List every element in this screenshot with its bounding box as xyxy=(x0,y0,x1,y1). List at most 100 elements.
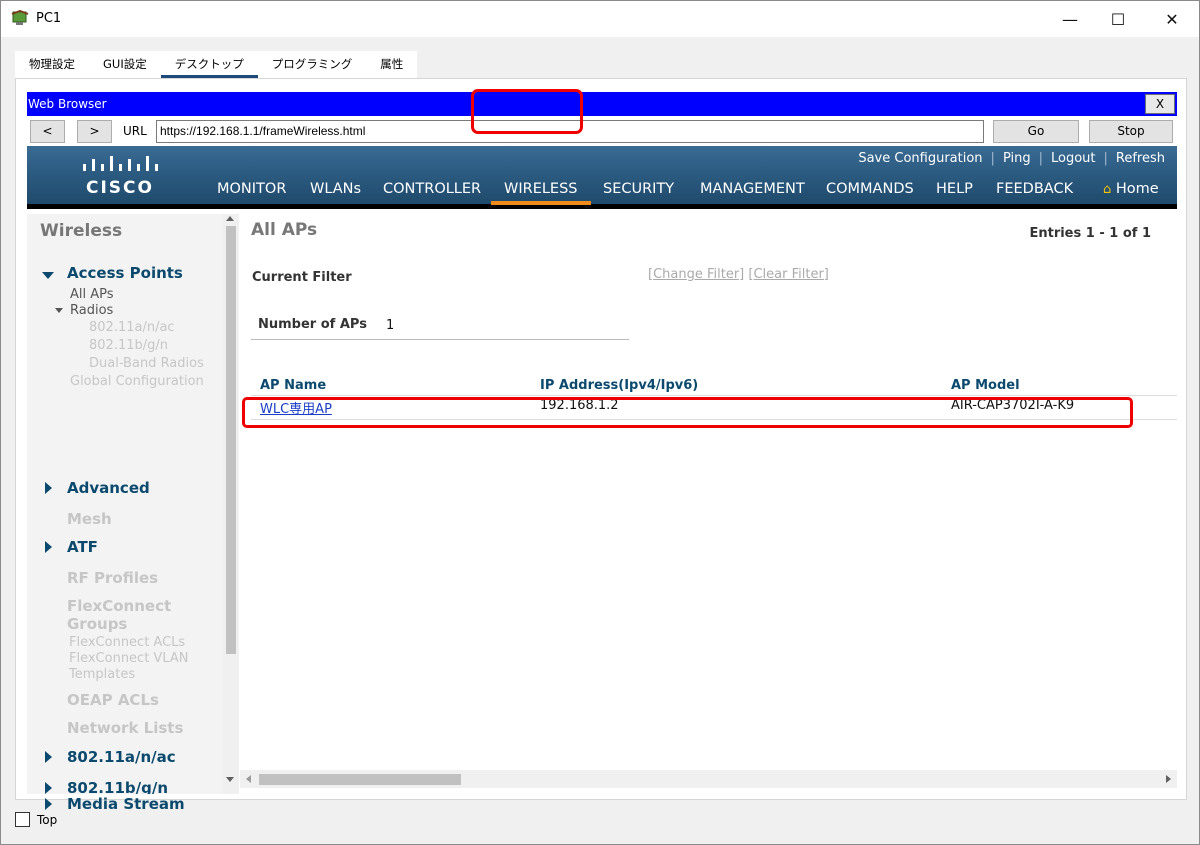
window-title: PC1 xyxy=(36,11,62,26)
column-ip-address: IP Address(Ipv4/Ipv6) xyxy=(540,378,699,393)
page-title: All APs xyxy=(251,220,318,240)
cisco-bars-icon xyxy=(83,156,158,171)
top-checkbox-label: Top xyxy=(37,813,58,827)
tab-attributes[interactable]: 属性 xyxy=(366,51,417,78)
sidebar-item-advanced[interactable]: Advanced xyxy=(67,479,150,497)
filter-links: [Change Filter] [Clear Filter] xyxy=(648,267,829,282)
expand-right-icon[interactable] xyxy=(45,782,52,794)
tab-programming[interactable]: プログラミング xyxy=(258,51,367,78)
separator: | xyxy=(1038,151,1043,166)
active-menu-indicator xyxy=(491,201,591,205)
logout-link[interactable]: Logout xyxy=(1051,151,1096,166)
sidebar-item-flex-vlan: FlexConnect VLAN xyxy=(69,651,189,666)
sidebar-item-flex-vlan-templates: Templates xyxy=(69,667,136,682)
browser-close-button[interactable]: X xyxy=(1145,94,1175,114)
sidebar-item-80211b[interactable]: 802.11b/g/n xyxy=(67,779,168,794)
number-of-aps-value: 1 xyxy=(386,318,395,333)
sidebar-item-radios[interactable]: Radios xyxy=(70,303,113,318)
horizontal-scrollbar[interactable] xyxy=(240,770,1177,788)
sidebar-item-80211a[interactable]: 802.11a/n/ac xyxy=(67,748,176,766)
app-window: PC1 — ☐ ✕ 物理設定 GUI設定 デスクトップ プログラミング 属性 W… xyxy=(0,0,1200,845)
expand-right-icon[interactable] xyxy=(45,751,52,763)
separator: | xyxy=(990,151,995,166)
sidebar-item-radio-b: 802.11b/g/n xyxy=(89,338,168,353)
back-button[interactable]: < xyxy=(30,120,65,143)
expand-right-icon[interactable] xyxy=(45,541,52,553)
number-of-aps-label: Number of APs xyxy=(258,317,367,332)
scroll-right-icon[interactable] xyxy=(1166,775,1171,783)
tab-gui[interactable]: GUI設定 xyxy=(89,51,161,78)
home-icon: ⌂ xyxy=(1103,182,1112,197)
change-filter-link[interactable]: [Change Filter] xyxy=(648,267,744,282)
stop-button[interactable]: Stop xyxy=(1089,120,1173,143)
menu-wlans[interactable]: WLANs xyxy=(310,181,361,197)
cisco-header: CISCO Save Configuration | Ping | Logout… xyxy=(27,146,1177,209)
sidebar-item-atf[interactable]: ATF xyxy=(67,538,98,556)
save-configuration-link[interactable]: Save Configuration xyxy=(858,151,982,166)
sidebar-item-flexconnect: FlexConnect xyxy=(67,597,172,615)
sidebar-item-all-aps[interactable]: All APs xyxy=(70,287,114,302)
menu-controller[interactable]: CONTROLLER xyxy=(383,181,481,197)
menu-wireless[interactable]: WIRELESS xyxy=(504,181,578,197)
sidebar-item-radio-a: 802.11a/n/ac xyxy=(89,320,175,335)
expand-down-icon[interactable] xyxy=(55,308,63,313)
menu-feedback[interactable]: FEEDBACK xyxy=(996,181,1073,197)
pc-app-icon xyxy=(11,10,29,25)
forward-button[interactable]: > xyxy=(77,120,112,143)
column-ap-model: AP Model xyxy=(951,378,1020,393)
menu-management[interactable]: MANAGEMENT xyxy=(700,181,805,197)
sidebar-item-flexconnect-groups: Groups xyxy=(67,615,128,633)
web-browser-titlebar: Web Browser X xyxy=(27,92,1177,116)
sidebar-item-mesh: Mesh xyxy=(67,510,112,528)
url-label: URL xyxy=(123,124,147,138)
menu-home[interactable]: ⌂ Home xyxy=(1103,181,1159,197)
cisco-wordmark: CISCO xyxy=(86,178,154,198)
menu-commands[interactable]: COMMANDS xyxy=(826,181,914,197)
cisco-logo: CISCO xyxy=(79,154,161,198)
sidebar-item-global-config: Global Configuration xyxy=(70,374,204,389)
sidebar-item-oeap-acls: OEAP ACLs xyxy=(67,691,159,709)
refresh-link[interactable]: Refresh xyxy=(1116,151,1165,166)
main-content: All APs Entries 1 - 1 of 1 Current Filte… xyxy=(240,214,1177,769)
sidebar-item-network-lists: Network Lists xyxy=(67,719,184,737)
highlight-ap-row xyxy=(242,397,1133,428)
highlight-wireless-menu xyxy=(471,89,583,134)
scrollbar-thumb[interactable] xyxy=(226,226,236,654)
tab-desktop[interactable]: デスクトップ xyxy=(160,51,258,78)
expand-down-icon[interactable] xyxy=(42,272,54,279)
menu-security[interactable]: SECURITY xyxy=(603,181,674,197)
ping-link[interactable]: Ping xyxy=(1003,151,1031,166)
current-filter-label: Current Filter xyxy=(252,270,352,285)
sidebar-item-dual-band: Dual-Band Radios xyxy=(89,356,204,371)
minimize-button[interactable]: — xyxy=(1047,1,1093,37)
menu-help[interactable]: HELP xyxy=(936,181,973,197)
menu-monitor[interactable]: MONITOR xyxy=(217,181,286,197)
menu-home-label: Home xyxy=(1115,181,1159,197)
sidebar-item-flex-acls: FlexConnect ACLs xyxy=(69,635,186,650)
tab-physical[interactable]: 物理設定 xyxy=(15,51,89,78)
sidebar-title: Wireless xyxy=(40,221,123,241)
clear-filter-link[interactable]: [Clear Filter] xyxy=(748,267,828,282)
divider xyxy=(251,395,1177,396)
sidebar-item-access-points[interactable]: Access Points xyxy=(67,264,183,282)
separator: | xyxy=(1103,151,1108,166)
column-ap-name: AP Name xyxy=(260,378,327,393)
top-checkbox[interactable] xyxy=(15,812,30,827)
browser-navbar: < > URL https://192.168.1.1/frameWireles… xyxy=(27,119,1177,145)
desktop-panel: Web Browser X < > URL https://192.168.1.… xyxy=(15,78,1187,813)
maximize-button[interactable]: ☐ xyxy=(1095,1,1141,37)
web-browser-title: Web Browser xyxy=(28,97,107,111)
expand-right-icon[interactable] xyxy=(45,798,52,810)
scroll-left-icon[interactable] xyxy=(246,775,251,783)
sidebar-item-rf-profiles: RF Profiles xyxy=(67,569,159,587)
scroll-down-icon[interactable] xyxy=(226,777,234,782)
scroll-up-icon[interactable] xyxy=(226,216,234,221)
sidebar-item-media-stream[interactable]: Media Stream xyxy=(67,795,185,813)
scrollbar-thumb[interactable] xyxy=(259,774,461,785)
expand-right-icon[interactable] xyxy=(45,482,52,494)
sidebar-scrollbar[interactable] xyxy=(222,214,239,794)
wireless-sidebar: Wireless Access Points All APs Radios 80… xyxy=(27,214,225,794)
entries-count: Entries 1 - 1 of 1 xyxy=(1029,226,1151,241)
close-window-button[interactable]: ✕ xyxy=(1149,1,1195,37)
go-button[interactable]: Go xyxy=(993,120,1079,143)
